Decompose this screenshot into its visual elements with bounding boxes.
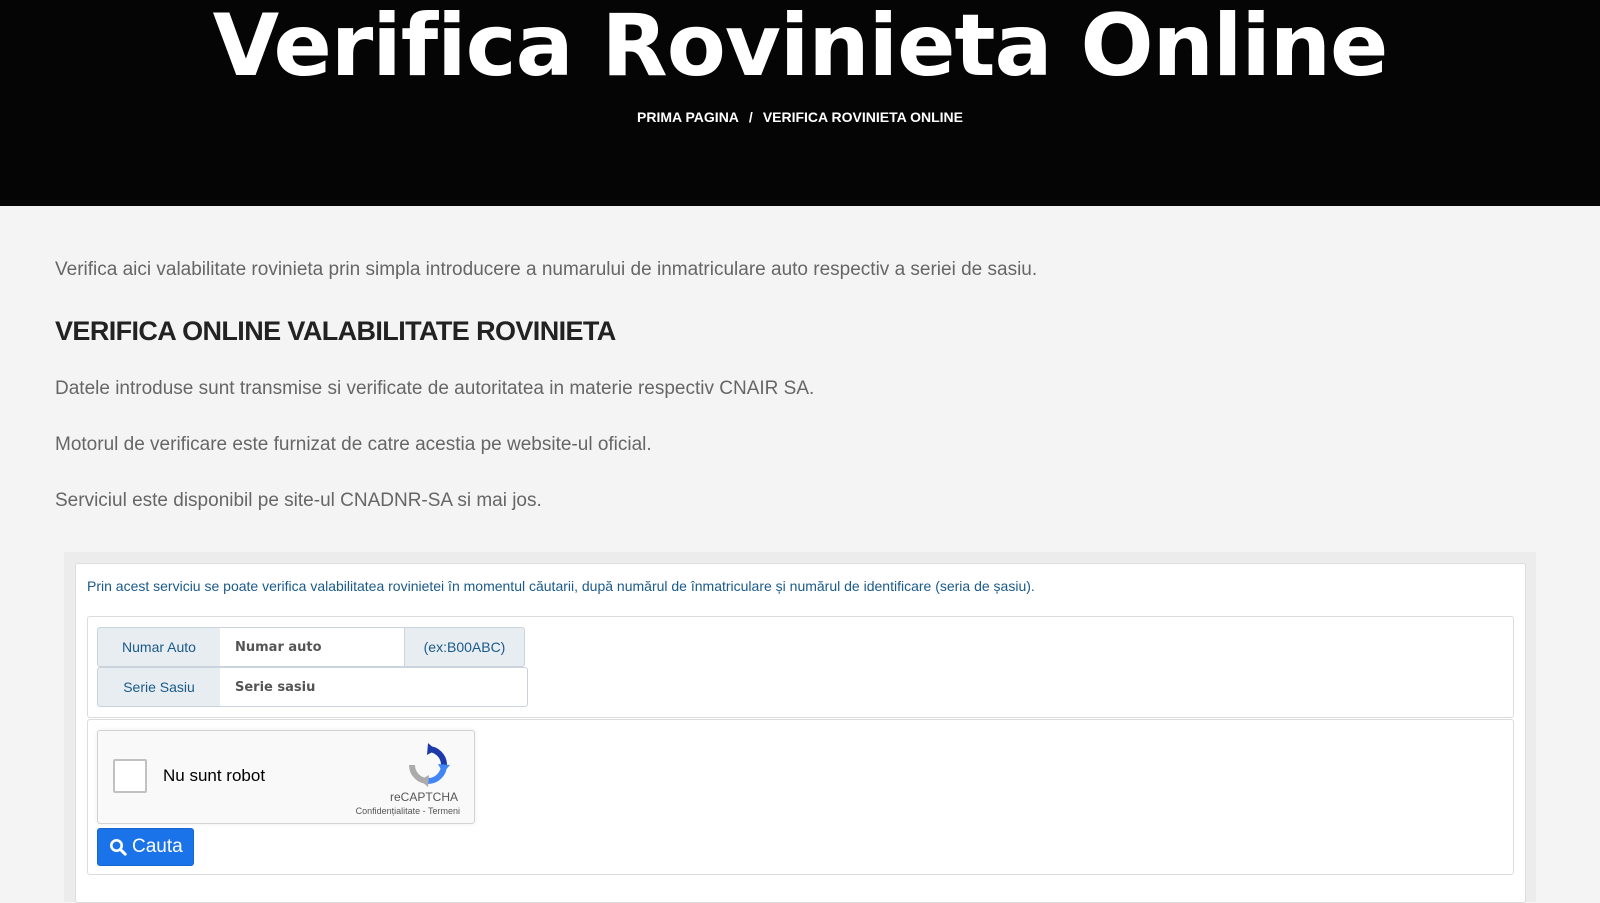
- info-paragraph: Datele introduse sunt transmise si verif…: [55, 378, 815, 399]
- search-button[interactable]: Cauta: [97, 828, 194, 866]
- numar-auto-input[interactable]: [220, 627, 406, 667]
- recaptcha-checkbox[interactable]: [113, 759, 147, 793]
- page-header: Verifica Rovinieta Online PRIMA PAGINA / V…: [0, 0, 1600, 206]
- info-paragraph: Serviciul este disponibil pe site-ul CNA…: [55, 490, 542, 511]
- breadcrumb-current: VERIFICA ROVINIETA ONLINE: [762, 109, 963, 125]
- numar-auto-example: (ex:B00ABC): [404, 627, 525, 667]
- section-heading: VERIFICA ONLINE VALABILITATE ROVINIETA: [55, 316, 616, 346]
- page-title: Verifica Rovinieta Online: [212, 0, 1389, 96]
- vehicle-input-panel: Numar Auto (ex:B00ABC) Serie Sasiu: [87, 616, 1514, 718]
- info-paragraph: Motorul de verificare este furnizat de c…: [55, 434, 652, 455]
- serie-sasiu-label: Serie Sasiu: [97, 667, 221, 707]
- recaptcha-privacy-terms-links[interactable]: Confidențialitate - Termeni: [356, 805, 460, 817]
- serie-sasiu-input[interactable]: [220, 667, 528, 707]
- verification-form-card: Prin acest serviciu se poate verifica va…: [75, 563, 1526, 903]
- breadcrumb-home-link[interactable]: PRIMA PAGINA: [637, 107, 739, 127]
- recaptcha-widget: Nu sunt robot reCAPTCHA Confidențialitat…: [97, 730, 475, 824]
- numar-auto-label: Numar Auto: [97, 627, 221, 667]
- intro-text: Verifica aici valabilitate rovinieta pri…: [55, 259, 1038, 280]
- recaptcha-label: Nu sunt robot: [163, 766, 266, 785]
- recaptcha-logo-icon: [409, 743, 450, 787]
- breadcrumb: PRIMA PAGINA / VERIFICA ROVINIETA ONLINE: [0, 107, 1600, 127]
- captcha-panel: Nu sunt robot reCAPTCHA Confidențialitat…: [87, 719, 1514, 875]
- breadcrumb-separator: /: [748, 109, 753, 125]
- recaptcha-brand: reCAPTCHA: [389, 790, 458, 804]
- search-button-label: Cauta: [132, 836, 183, 857]
- search-icon: [110, 839, 127, 856]
- service-description: Prin acest serviciu se poate verifica va…: [87, 578, 1035, 594]
